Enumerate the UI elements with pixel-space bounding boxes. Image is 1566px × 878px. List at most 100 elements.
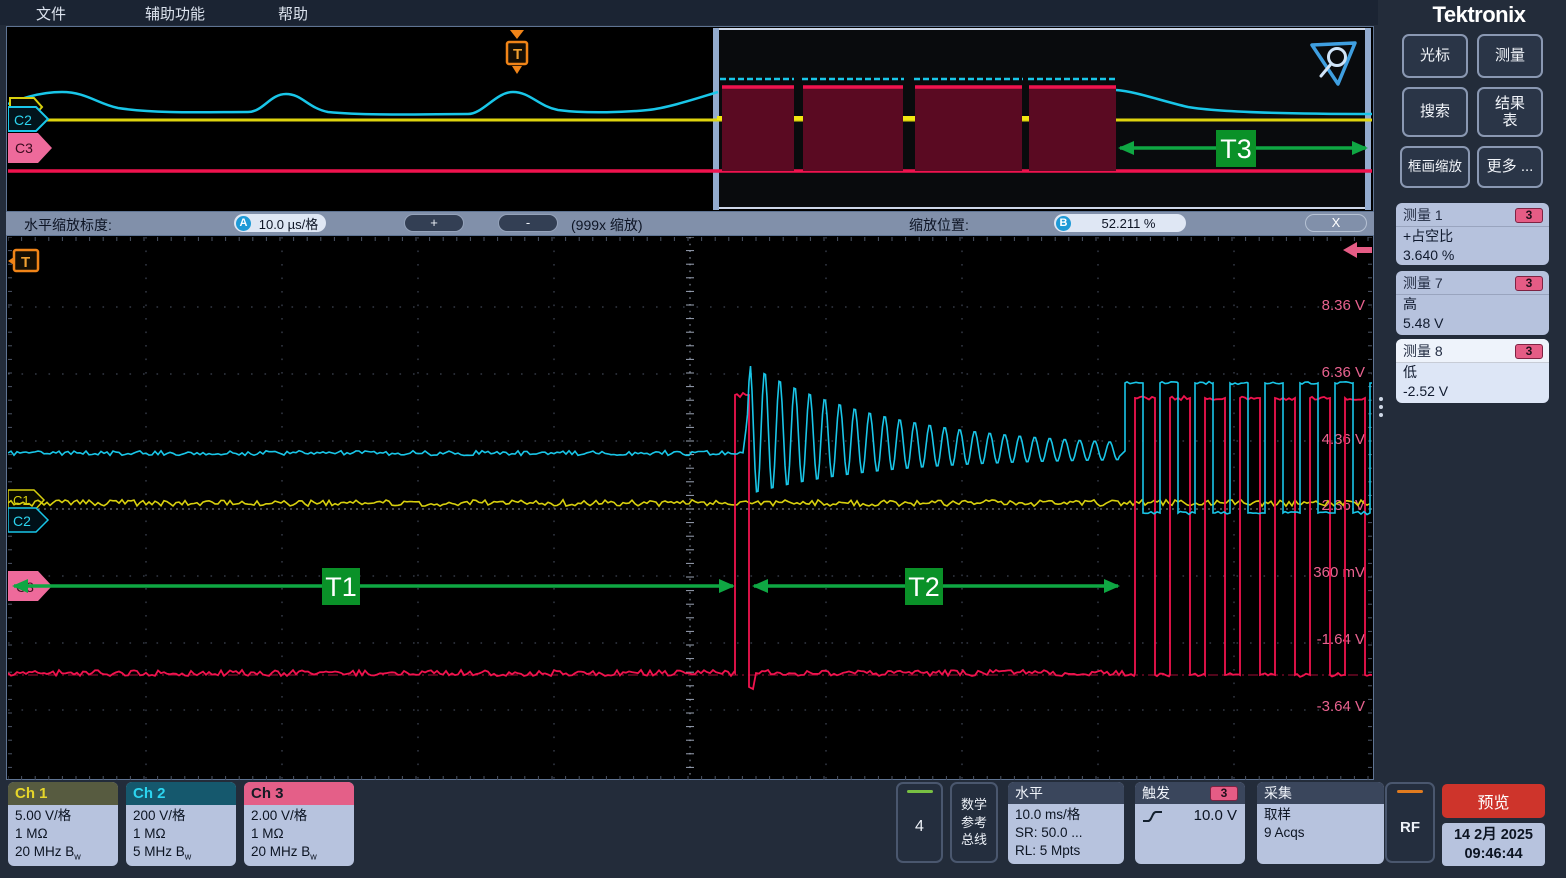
- bus-label: 总线: [961, 831, 987, 849]
- rf-button[interactable]: RF: [1385, 782, 1435, 863]
- sidebar-button-results-table[interactable]: 结果表: [1477, 87, 1543, 137]
- sidebar-button-box-zoom[interactable]: 框画缩放: [1400, 146, 1470, 188]
- measurement-value: 5.48 V: [1396, 314, 1549, 333]
- zoom-out-button[interactable]: -: [498, 214, 558, 232]
- channel-3-badge[interactable]: Ch 3 2.00 V/格 1 MΩ 20 MHz Bw: [244, 782, 354, 866]
- panel-drag-handle[interactable]: [1379, 397, 1385, 417]
- measurement-title: 测量 8: [1403, 341, 1443, 361]
- channel-2-badge[interactable]: Ch 2 200 V/格 1 MΩ 5 MHz Bw: [126, 782, 236, 866]
- t1-annotation: T1: [12, 568, 735, 605]
- zoom-scale-label: 水平缩放标度:: [24, 215, 112, 235]
- measurement-name: 低: [1396, 363, 1549, 382]
- waveform-overview[interactable]: C2 C3 T T3: [6, 26, 1374, 212]
- channel-bandwidth: 5 MHz Bw: [133, 843, 236, 864]
- acquisition-mode: 取样: [1264, 806, 1384, 824]
- acquisition-count: 9 Acqs: [1264, 824, 1384, 842]
- sidebar-button-cursors[interactable]: 光标: [1402, 34, 1468, 78]
- horizontal-title: 水平: [1015, 783, 1043, 803]
- zoom-in-button[interactable]: +: [404, 214, 464, 232]
- rising-edge-icon: [1142, 808, 1164, 824]
- horizontal-scale: 10.0 ms/格: [1015, 806, 1124, 824]
- svg-text:-3.64 V: -3.64 V: [1317, 698, 1365, 715]
- sidebar-button-measure[interactable]: 测量: [1477, 34, 1543, 78]
- channel-2-name: Ch 2: [126, 782, 236, 805]
- svg-text:360 mV: 360 mV: [1313, 564, 1365, 581]
- ch2-marker-label: C2: [13, 513, 31, 529]
- horizontal-badge[interactable]: 水平 10.0 ms/格 SR: 50.0 ... RL: 5 Mpts: [1008, 782, 1124, 864]
- channel-impedance: 1 MΩ: [251, 825, 354, 843]
- oscilloscope-screen: 文件 辅助功能 帮助 Tektronix: [0, 0, 1566, 878]
- preview-button[interactable]: 预览: [1442, 784, 1545, 818]
- voltage-scale-labels: 8.36 V 6.36 V 4.36 V 2.36 V 360 mV -1.64…: [1313, 297, 1365, 715]
- overview-pulse-blocks: [717, 79, 1117, 171]
- zoom-position-value[interactable]: B 52.211 %: [1054, 214, 1186, 232]
- trigger-level-arrow[interactable]: [1343, 242, 1372, 258]
- tektronix-logo: Tektronix: [1404, 2, 1554, 28]
- ref-label: 参考: [961, 814, 987, 832]
- menu-utility[interactable]: 辅助功能: [145, 3, 205, 24]
- acquisition-title: 采集: [1264, 783, 1292, 803]
- record-length: RL: 5 Mpts: [1015, 842, 1124, 860]
- trigger-position-badge[interactable]: T: [8, 250, 38, 271]
- channel-bandwidth: 20 MHz Bw: [251, 843, 354, 864]
- channel-bandwidth: 20 MHz Bw: [15, 843, 118, 864]
- measurement-name: 高: [1396, 295, 1549, 314]
- overview-ch3-marker-label: C3: [15, 140, 33, 156]
- measurement-title: 测量 7: [1403, 273, 1443, 293]
- zoom-position-label: 缩放位置:: [909, 215, 969, 235]
- menu-bar: 文件 辅助功能 帮助: [0, 0, 1378, 25]
- ch1-marker-label: C1: [13, 493, 30, 508]
- channel-scale: 2.00 V/格: [251, 807, 354, 825]
- measurement-badge-7[interactable]: 测量 7 3 高 5.48 V: [1396, 271, 1549, 335]
- measurement-source-chip: 3: [1515, 276, 1543, 291]
- channel-1-name: Ch 1: [8, 782, 118, 805]
- measurement-badge-8[interactable]: 测量 8 3 低 -2.52 V: [1396, 339, 1549, 403]
- zoom-toolbar: 水平缩放标度: A 10.0 µs/格 + - (999x 缩放) 缩放位置: …: [6, 212, 1374, 235]
- add-channel-4-button[interactable]: 4: [896, 782, 943, 863]
- trigger-title: 触发: [1142, 783, 1170, 803]
- svg-text:T: T: [513, 46, 522, 63]
- svg-text:8.36 V: 8.36 V: [1322, 297, 1365, 314]
- sidebar-button-search[interactable]: 搜索: [1402, 87, 1468, 137]
- svg-text:-1.64 V: -1.64 V: [1317, 631, 1365, 648]
- trigger-level: 10.0 V: [1194, 806, 1237, 826]
- knob-a-icon: A: [236, 216, 251, 231]
- math-label: 数学: [961, 796, 987, 814]
- measurement-value: 3.640 %: [1396, 246, 1549, 265]
- datetime-display: 14 2月 2025 09:46:44: [1442, 823, 1545, 866]
- math-ref-bus-button[interactable]: 数学 参考 总线: [950, 782, 998, 863]
- channel-scale: 5.00 V/格: [15, 807, 118, 825]
- zoom-scale-value[interactable]: A 10.0 µs/格: [234, 214, 326, 232]
- ch1-trace: [8, 500, 1370, 506]
- trigger-badge[interactable]: 触发 3 10.0 V: [1135, 782, 1245, 864]
- t2-annotation: T2: [752, 568, 1120, 605]
- channel-1-badge[interactable]: Ch 1 5.00 V/格 1 MΩ 20 MHz Bw: [8, 782, 118, 866]
- menu-file[interactable]: 文件: [36, 3, 66, 24]
- main-waveform-display[interactable]: 8.36 V 6.36 V 4.36 V 2.36 V 360 mV -1.64…: [6, 235, 1374, 780]
- overview-ch2-marker-label: C2: [14, 112, 32, 128]
- menu-help[interactable]: 帮助: [278, 3, 308, 24]
- measurement-title: 测量 1: [1403, 205, 1443, 225]
- channel-3-name: Ch 3: [244, 782, 354, 805]
- measurement-name: +占空比: [1396, 227, 1549, 246]
- svg-text:4.36 V: 4.36 V: [1322, 431, 1365, 448]
- svg-text:6.36 V: 6.36 V: [1322, 364, 1365, 381]
- knob-b-icon: B: [1056, 216, 1071, 231]
- measurement-source-chip: 3: [1515, 344, 1543, 359]
- zoom-factor: (999x 缩放): [571, 215, 643, 235]
- acquisition-badge[interactable]: 采集 取样 9 Acqs: [1257, 782, 1384, 864]
- t1-label: T1: [325, 572, 357, 602]
- measurement-value: -2.52 V: [1396, 382, 1549, 401]
- measurement-badge-1[interactable]: 测量 1 3 +占空比 3.640 %: [1396, 203, 1549, 265]
- t3-label: T3: [1220, 134, 1252, 164]
- overview-trigger-marker[interactable]: T: [507, 30, 527, 74]
- time-text: 09:46:44: [1464, 845, 1522, 863]
- zoom-close-button[interactable]: X: [1305, 214, 1367, 232]
- channel-impedance: 1 MΩ: [15, 825, 118, 843]
- trigger-source-chip: 3: [1210, 786, 1238, 801]
- sidebar-button-more[interactable]: 更多 ...: [1477, 146, 1543, 188]
- sample-rate: SR: 50.0 ...: [1015, 824, 1124, 842]
- channel-impedance: 1 MΩ: [133, 825, 236, 843]
- channel-scale: 200 V/格: [133, 807, 236, 825]
- measurement-source-chip: 3: [1515, 208, 1543, 223]
